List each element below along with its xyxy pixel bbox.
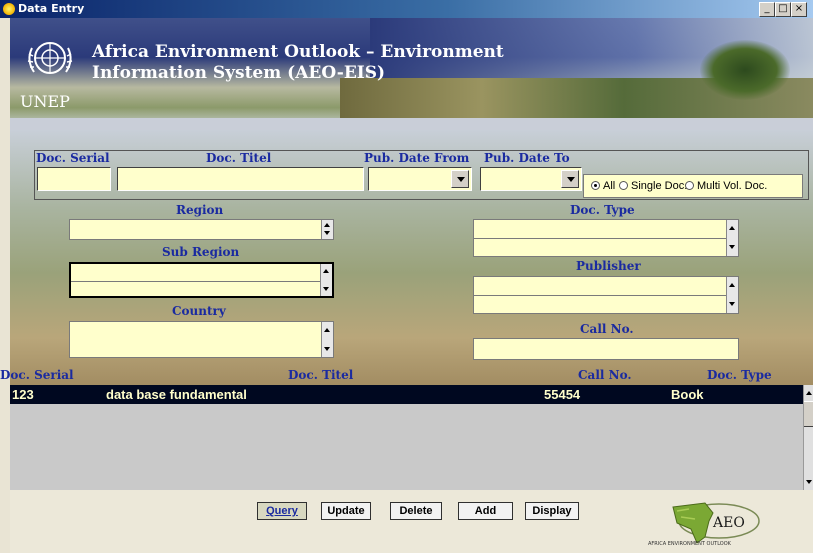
sub-region-label: Sub Region bbox=[162, 245, 240, 259]
pub-date-to-dropdown-icon[interactable] bbox=[561, 170, 579, 188]
update-button[interactable]: Update bbox=[321, 502, 371, 520]
doc-type-up-icon[interactable] bbox=[729, 226, 735, 230]
data-entry-window: Data Entry _ □ × UNEP Africa Environment… bbox=[0, 0, 813, 553]
country-label: Country bbox=[172, 304, 226, 318]
results-grid[interactable]: 123 data base fundamental 55454 Book bbox=[10, 385, 803, 490]
doc-type-label: Doc. Type bbox=[570, 203, 635, 217]
doc-title-label: Doc. Titel bbox=[206, 151, 272, 165]
window-title: Data Entry bbox=[18, 2, 85, 15]
radio-multi-vol-doc-label: Multi Vol. Doc. bbox=[697, 180, 768, 192]
doc-title-input[interactable] bbox=[117, 167, 364, 191]
pub-date-from-select[interactable] bbox=[368, 167, 472, 191]
results-scrollbar[interactable] bbox=[803, 385, 813, 490]
radio-multi-vol-doc[interactable] bbox=[685, 181, 694, 190]
region-up-icon[interactable] bbox=[324, 223, 330, 227]
pub-date-to-select[interactable] bbox=[480, 167, 582, 191]
pub-date-to-label: Pub. Date To bbox=[484, 151, 570, 165]
doc-type-list[interactable] bbox=[473, 219, 739, 257]
radio-single-doc[interactable] bbox=[619, 181, 628, 190]
sub-region-down-icon[interactable] bbox=[323, 287, 329, 291]
sub-region-scrollbar[interactable] bbox=[320, 264, 332, 296]
aeo-logo-caption: AFRICA ENVIRONMENT OUTLOOK bbox=[648, 541, 731, 547]
header-banner: UNEP Africa Environment Outlook – Enviro… bbox=[10, 18, 813, 130]
doc-scope-radio-group: All Single Doc. Multi Vol. Doc. bbox=[583, 174, 803, 198]
country-list[interactable] bbox=[69, 321, 334, 358]
scroll-thumb[interactable] bbox=[804, 401, 813, 427]
doc-serial-input[interactable] bbox=[37, 167, 111, 191]
pub-date-from-label: Pub. Date From bbox=[364, 151, 470, 165]
publisher-up-icon[interactable] bbox=[729, 283, 735, 287]
app-icon bbox=[3, 3, 15, 15]
radio-all-label: All bbox=[603, 180, 616, 192]
publisher-label: Publisher bbox=[576, 259, 641, 273]
query-button[interactable]: Query bbox=[257, 502, 307, 520]
country-up-icon[interactable] bbox=[324, 328, 330, 332]
row-doc-title[interactable]: data base fundamental bbox=[106, 387, 247, 402]
aeo-logo-text: AEO bbox=[712, 515, 745, 531]
pub-date-from-dropdown-icon[interactable] bbox=[451, 170, 469, 188]
minimize-button[interactable]: _ bbox=[759, 2, 775, 17]
close-button[interactable]: × bbox=[791, 2, 807, 17]
row-doc-type[interactable]: Book bbox=[671, 387, 704, 402]
call-no-label: Call No. bbox=[580, 322, 634, 336]
doc-type-down-icon[interactable] bbox=[729, 245, 735, 249]
delete-button[interactable]: Delete bbox=[390, 502, 442, 520]
add-button[interactable]: Add bbox=[458, 502, 513, 520]
publisher-down-icon[interactable] bbox=[729, 302, 735, 306]
doc-type-scrollbar[interactable] bbox=[726, 220, 738, 256]
sub-region-list[interactable] bbox=[69, 262, 334, 298]
banner-divider bbox=[10, 118, 813, 130]
title-bar: Data Entry _ □ × bbox=[0, 0, 813, 18]
col-doc-serial[interactable]: Doc. Serial bbox=[0, 368, 74, 382]
row-call-no[interactable]: 55454 bbox=[544, 387, 580, 402]
region-list[interactable] bbox=[69, 219, 334, 240]
col-doc-title[interactable]: Doc. Titel bbox=[288, 368, 353, 382]
row-doc-serial[interactable]: 123 bbox=[12, 387, 34, 402]
radio-all[interactable] bbox=[591, 181, 600, 190]
scroll-down-icon[interactable] bbox=[806, 480, 812, 484]
banner-title-line2: Information System (AEO-EIS) bbox=[92, 63, 386, 83]
doc-type-row-divider bbox=[474, 238, 726, 239]
col-call-no[interactable]: Call No. bbox=[578, 368, 632, 382]
unep-label: UNEP bbox=[20, 92, 70, 111]
doc-serial-label: Doc. Serial bbox=[36, 151, 110, 165]
banner-tree-image bbox=[700, 40, 790, 100]
country-down-icon[interactable] bbox=[324, 347, 330, 351]
region-spinner[interactable] bbox=[321, 220, 333, 239]
display-button[interactable]: Display bbox=[525, 502, 579, 520]
banner-title-line1: Africa Environment Outlook – Environment bbox=[92, 42, 504, 62]
region-down-icon[interactable] bbox=[324, 231, 330, 235]
country-scrollbar[interactable] bbox=[321, 322, 333, 357]
sub-region-row-divider bbox=[71, 281, 320, 282]
col-doc-type[interactable]: Doc. Type bbox=[707, 368, 772, 382]
publisher-list[interactable] bbox=[473, 276, 739, 314]
region-label: Region bbox=[176, 203, 224, 217]
publisher-scrollbar[interactable] bbox=[726, 277, 738, 313]
call-no-input[interactable] bbox=[473, 338, 739, 360]
un-emblem-icon bbox=[27, 42, 73, 74]
sub-region-up-icon[interactable] bbox=[323, 269, 329, 273]
maximize-button[interactable]: □ bbox=[775, 2, 791, 17]
scroll-up-icon[interactable] bbox=[806, 391, 812, 395]
banner-title: Africa Environment Outlook – Environment… bbox=[92, 42, 504, 84]
table-row[interactable]: 123 data base fundamental 55454 Book bbox=[10, 385, 803, 404]
publisher-row-divider bbox=[474, 295, 726, 296]
results-grid-header: Doc. Serial Doc. Titel Call No. Doc. Typ… bbox=[0, 368, 813, 385]
radio-single-doc-label: Single Doc. bbox=[631, 180, 688, 192]
